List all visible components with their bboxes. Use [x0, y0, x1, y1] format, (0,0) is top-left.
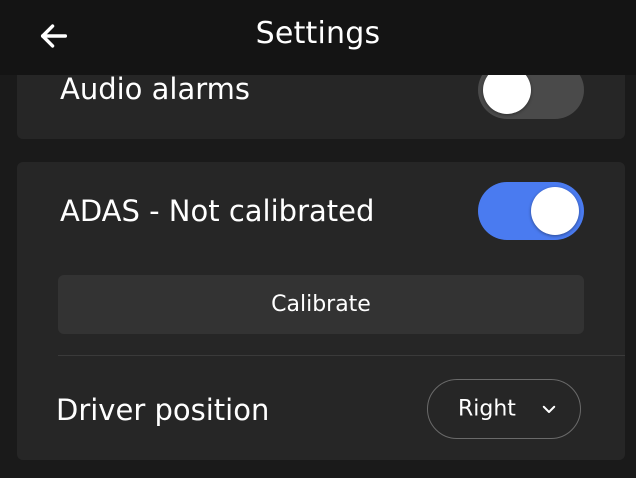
chevron-down-icon — [540, 400, 558, 418]
driver-position-dropdown[interactable]: Right — [427, 379, 581, 439]
audio-alarms-label: Audio alarms — [60, 72, 251, 106]
toggle-knob — [531, 187, 579, 235]
driver-position-label: Driver position — [56, 393, 270, 427]
divider — [58, 355, 625, 356]
page-title: Settings — [255, 16, 381, 51]
adas-card: ADAS - Not calibrated Calibrate Driver p… — [17, 162, 625, 460]
calibrate-button[interactable]: Calibrate — [58, 275, 584, 334]
adas-label: ADAS - Not calibrated — [60, 194, 375, 228]
driver-position-value: Right — [458, 396, 516, 422]
adas-toggle[interactable] — [478, 182, 584, 240]
settings-screen: Settings Audio alarms ADAS - Not calibra… — [0, 0, 636, 478]
app-header: Settings — [0, 0, 636, 75]
